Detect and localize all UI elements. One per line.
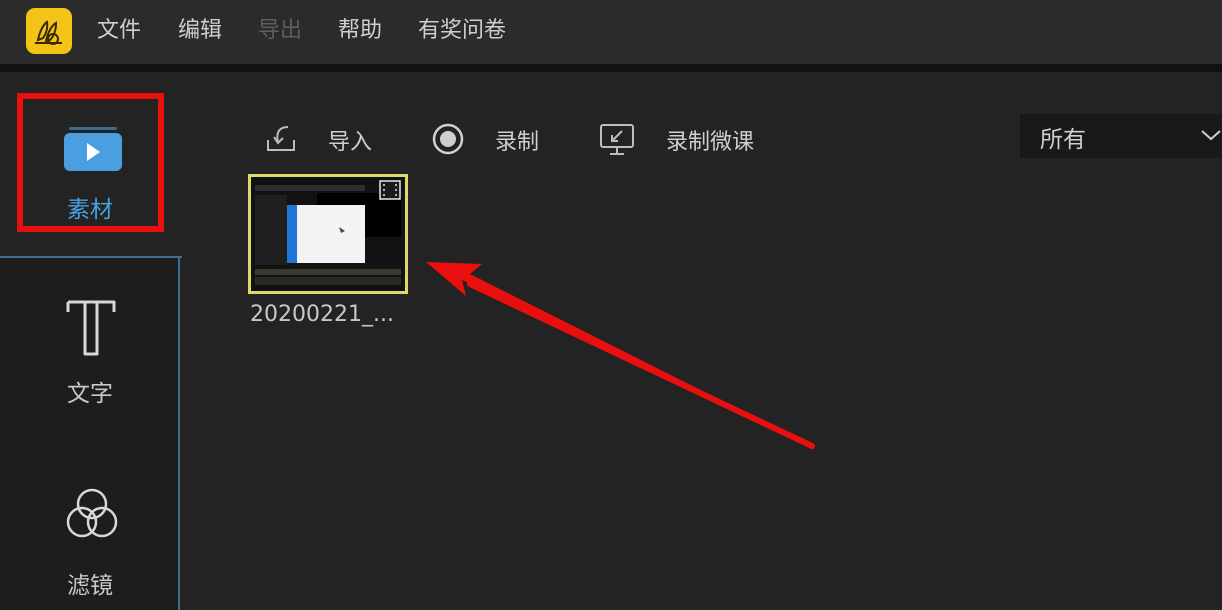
tab-text[interactable]: 文字	[0, 258, 180, 438]
menu-edit[interactable]: 编辑	[178, 14, 222, 48]
menu-help[interactable]: 帮助	[338, 14, 382, 48]
annotation-arrow	[426, 262, 815, 449]
sidebar: 素材 文字 滤镜	[0, 72, 182, 610]
menu-bar-divider	[0, 64, 1222, 72]
menu-file[interactable]: 文件	[97, 14, 141, 48]
media-clip-name: 20200221_...	[250, 302, 394, 327]
record-lesson-button[interactable]: 录制微课	[598, 120, 768, 160]
screen-record-icon	[600, 124, 634, 155]
text-t-icon	[66, 300, 116, 356]
import-label: 导入	[328, 130, 373, 155]
app-logo	[26, 8, 72, 54]
tab-text-label: 文字	[67, 381, 113, 407]
record-lesson-label: 录制微课	[666, 130, 755, 155]
tab-media[interactable]: 素材	[0, 72, 180, 256]
record-button[interactable]: 录制	[431, 120, 551, 160]
import-button[interactable]: 导入	[264, 120, 384, 160]
import-icon	[267, 126, 295, 151]
filter-circles-icon	[66, 488, 118, 538]
tab-filter[interactable]: 滤镜	[0, 438, 180, 610]
tab-filter-label: 滤镜	[67, 573, 113, 599]
filter-select[interactable]: 所有	[1020, 114, 1222, 158]
filter-select-value: 所有	[1040, 127, 1086, 153]
menu-survey[interactable]: 有奖问卷	[418, 14, 506, 48]
chevron-down-icon	[1201, 130, 1221, 141]
app-window: 文件 编辑 导出 帮助 有奖问卷 素材 文字 滤镜 导入 录制 录制微课 所有 …	[0, 0, 1222, 610]
media-clip-thumbnail[interactable]	[248, 174, 408, 294]
highlight-box	[17, 93, 164, 232]
menu-bar: 文件 编辑 导出 帮助 有奖问卷	[0, 0, 1222, 64]
record-icon	[432, 123, 464, 155]
film-strip-icon	[379, 180, 401, 200]
record-label: 录制	[495, 130, 540, 155]
menu-export[interactable]: 导出	[258, 14, 302, 48]
logo-bee-icon	[35, 20, 62, 45]
